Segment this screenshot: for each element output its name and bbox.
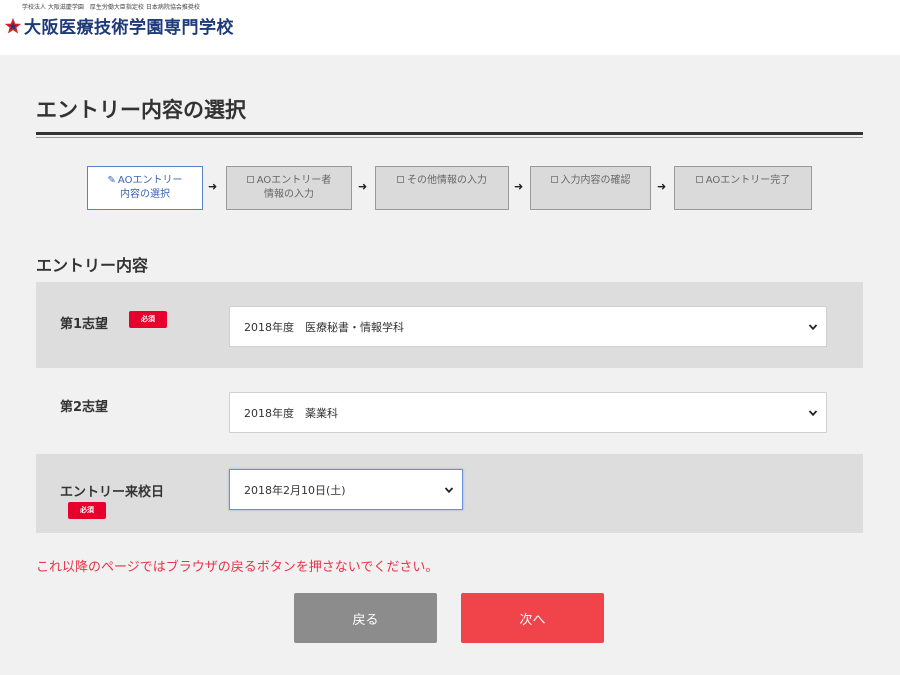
required-badge: 必須 (129, 311, 167, 328)
chevron-down-icon (444, 486, 454, 493)
second-choice-row: 第2志望 2018年度 薬業科 (36, 368, 863, 454)
visit-date-value: 2018年2月10日(土) (244, 483, 346, 497)
edit-icon: ✎ (107, 175, 116, 186)
step-4-line1: 入力内容の確認 (560, 175, 631, 186)
step-3-other-info: その他情報の入力 (375, 166, 509, 210)
page-title: エントリー内容の選択 (36, 98, 246, 122)
visit-date-select[interactable]: 2018年2月10日(土) (229, 469, 463, 510)
visit-date-row: エントリー来校日 必須 2018年2月10日(土) (36, 454, 863, 533)
visit-date-label: エントリー来校日 (60, 485, 165, 500)
section-title: エントリー内容 (36, 256, 149, 275)
step-3-line1: その他情報の入力 (407, 175, 487, 186)
second-choice-select[interactable]: 2018年度 薬業科 (229, 392, 827, 433)
step-1-line1: AOエントリー (117, 175, 183, 186)
title-divider-thin (36, 137, 863, 138)
second-choice-label: 第2志望 (60, 400, 109, 415)
first-choice-row: 第1志望 必須 2018年度 医療秘書・情報学科 (36, 282, 863, 368)
first-choice-label: 第1志望 (60, 317, 109, 332)
checkbox-icon (550, 176, 558, 183)
step-arrow-icon: ➜ (358, 180, 368, 193)
title-divider (36, 132, 863, 135)
chevron-down-icon (808, 409, 818, 416)
school-name: 大阪医療技術学園専門学校 (24, 18, 234, 38)
school-logo[interactable]: 大阪医療技術学園専門学校 (4, 13, 234, 38)
next-button[interactable]: 次へ (461, 593, 604, 643)
required-badge: 必須 (68, 502, 106, 519)
step-5-line1: AOエントリー完了 (705, 175, 791, 186)
checkbox-icon (397, 176, 404, 183)
chevron-down-icon (808, 323, 818, 330)
site-header: 学校法人 大阪滋慶学園 厚生労働大臣指定校 日本病院協会推奨校 大阪医療技術学園… (0, 0, 900, 55)
step-arrow-icon: ➜ (208, 180, 218, 193)
step-arrow-icon: ➜ (657, 180, 667, 193)
step-5-complete: AOエントリー完了 (674, 166, 812, 210)
second-choice-value: 2018年度 薬業科 (244, 406, 338, 420)
star-logo-icon (4, 17, 22, 34)
first-choice-value: 2018年度 医療秘書・情報学科 (244, 320, 404, 334)
step-1-entry-selection: ✎ AOエントリー 内容の選択 (87, 166, 203, 210)
step-2-line1: AOエントリー者 (256, 175, 332, 186)
step-2-line2: 情報の入力 (263, 189, 314, 200)
checkbox-icon (246, 176, 254, 183)
first-choice-select[interactable]: 2018年度 医療秘書・情報学科 (229, 306, 827, 347)
step-arrow-icon: ➜ (514, 180, 524, 193)
step-2-applicant-info: AOエントリー者 情報の入力 (226, 166, 352, 210)
back-button[interactable]: 戻る (294, 593, 437, 643)
step-4-confirm: 入力内容の確認 (530, 166, 651, 210)
checkbox-icon (695, 176, 703, 183)
step-1-line2: 内容の選択 (120, 189, 170, 200)
back-button-warning: これ以降のページではブラウザの戻るボタンを押さないでください。 (36, 560, 439, 575)
header-tagline: 学校法人 大阪滋慶学園 厚生労働大臣指定校 日本病院協会推奨校 (22, 4, 200, 11)
